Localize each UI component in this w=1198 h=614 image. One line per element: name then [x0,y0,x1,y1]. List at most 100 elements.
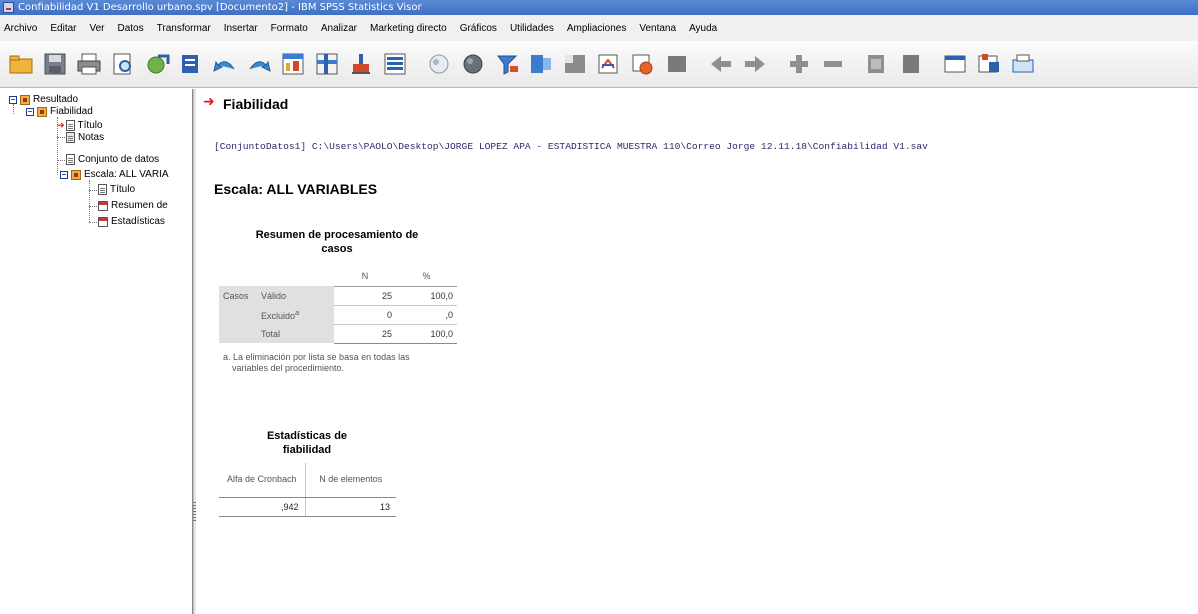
demote-icon[interactable] [706,49,736,79]
table-row: ,942 13 [219,497,396,517]
insert-text-icon[interactable] [974,49,1004,79]
tree-label-titulo: Título [77,120,103,131]
cell-pct-valido: 100,0 [396,286,457,306]
show-all-variables-icon[interactable] [1008,49,1038,79]
show-icon[interactable] [818,49,848,79]
cell-n-total: 25 [334,324,396,344]
insert-heading-icon[interactable] [896,49,926,79]
collapse-icon[interactable] [784,49,814,79]
print-icon[interactable] [74,49,104,79]
tree-node-notas[interactable]: Notas [66,132,104,143]
designate-window-icon[interactable] [424,49,454,79]
menu-datos[interactable]: Datos [118,23,144,34]
page-icon [65,120,75,131]
row-label-valido: Casos Válido [219,286,334,305]
show-all-icon[interactable] [458,49,488,79]
col-header-n: N [334,267,396,287]
outline-tree: − Resultado − Fiabilidad ➜ Título Notas … [0,89,196,614]
tree-node-resumen[interactable]: Resumen de [98,200,168,211]
print-preview-icon[interactable] [108,49,138,79]
goto-variable-icon[interactable] [346,49,376,79]
variables-icon[interactable] [380,49,410,79]
page-icon [98,184,107,195]
create-edit-icon[interactable] [560,49,590,79]
save-icon[interactable] [40,49,70,79]
select-last-output-icon[interactable] [526,49,556,79]
collapse-toggle-icon[interactable]: − [9,95,17,104]
tree-node-estadisticas[interactable]: Estadísticas [98,216,165,227]
menu-transformar[interactable]: Transformar [157,23,211,34]
splitter-grip-icon[interactable] [193,502,196,522]
menu-utilidades[interactable]: Utilidades [510,23,554,34]
row-label-total: Total [219,324,334,343]
menu-graficos[interactable]: Gráficos [460,23,497,34]
table-icon [98,216,108,227]
tree-node-fiabilidad[interactable]: − Fiabilidad [26,106,93,117]
window-title: Confiabilidad V1 Desarrollo urbano.spv [… [18,2,422,13]
reliability-title-line2: fiabilidad [282,444,332,456]
tree-node-titulo[interactable]: ➜ Título [57,120,103,131]
insert-title-icon[interactable] [940,49,970,79]
output-viewer: ➜ Fiabilidad [ConjuntoDatos1] C:\Users\P… [197,89,1198,614]
menu-ver[interactable]: Ver [89,23,104,34]
run-icon[interactable] [594,49,624,79]
row-label-text: Excluido [261,311,296,321]
menu-analizar[interactable]: Analizar [321,23,357,34]
goto-data-icon[interactable] [278,49,308,79]
dataset-path-text[interactable]: [ConjuntoDatos1] C:\Users\PAOLO\Desktop\… [214,141,928,152]
menu-formato[interactable]: Formato [271,23,308,34]
col-header-alpha: Alfa de Cronbach [219,463,306,498]
menu-ventana[interactable]: Ventana [639,23,676,34]
tree-label-notas: Notas [78,132,105,143]
promote-icon[interactable] [662,49,692,79]
collapse-toggle-icon[interactable]: − [26,107,34,116]
col-header-pct: % [396,267,457,287]
recall-dialog-icon[interactable] [176,49,206,79]
pane-splitter[interactable] [193,89,196,614]
page-icon [66,154,75,165]
tree-node-resultado[interactable]: − Resultado [9,94,78,105]
tree-node-titulo-2[interactable]: Título [98,184,135,195]
expand-icon[interactable] [740,49,770,79]
summary-title-line2: casos [321,243,353,255]
tree-node-conjunto-datos[interactable]: Conjunto de datos [66,154,159,165]
menu-archivo[interactable]: Archivo [4,23,37,34]
menu-ampliaciones[interactable]: Ampliaciones [567,23,626,34]
menu-insertar[interactable]: Insertar [224,23,258,34]
output-heading[interactable]: Fiabilidad [223,96,288,112]
reliability-title-line1: Estadísticas de [266,430,348,442]
table-header-row: Alfa de Cronbach N de elementos [219,463,396,498]
reliability-table-title[interactable]: Estadísticas de fiabilidad [237,429,377,457]
menu-ayuda[interactable]: Ayuda [689,23,717,34]
row-label-excluido: Excluidoa [219,305,334,324]
redo-icon[interactable] [244,49,274,79]
undo-icon[interactable] [210,49,240,79]
book-icon [37,106,47,117]
summary-title-line1: Resumen de procesamiento de [255,229,419,241]
goto-case-icon[interactable] [312,49,342,79]
scale-title[interactable]: Escala: ALL VARIABLES [214,181,377,197]
export-icon[interactable] [142,49,172,79]
tree-label-resumen: Resumen de [111,200,168,211]
page-icon [66,132,75,143]
tree-node-escala[interactable]: − Escala: ALL VARIA [60,169,169,180]
reliability-table[interactable]: Alfa de Cronbach N de elementos ,942 13 [219,463,396,517]
hide-icon[interactable] [862,49,892,79]
table-header-row: N % [219,267,457,287]
tree-label-titulo-2: Título [110,184,136,195]
menu-marketing-directo[interactable]: Marketing directo [370,23,447,34]
current-item-arrow-icon: ➜ [203,94,215,110]
tree-label-conjunto-datos: Conjunto de datos [78,154,160,165]
cell-n-valido: 25 [334,286,396,306]
summary-table-title[interactable]: Resumen de procesamiento de casos [227,228,447,256]
menu-editar[interactable]: Editar [50,23,76,34]
stop-icon[interactable] [628,49,658,79]
open-icon[interactable] [6,49,36,79]
toolbar [0,41,1198,88]
book-icon [71,169,81,180]
insert-output-icon[interactable] [492,49,522,79]
collapse-toggle-icon[interactable]: − [60,170,68,179]
summary-table[interactable]: N % Casos Válido 25 100,0 Excluidoa 0 ,0 … [219,267,457,344]
footnote-marker: a [295,308,300,317]
cell-pct-excluido: ,0 [396,305,457,325]
